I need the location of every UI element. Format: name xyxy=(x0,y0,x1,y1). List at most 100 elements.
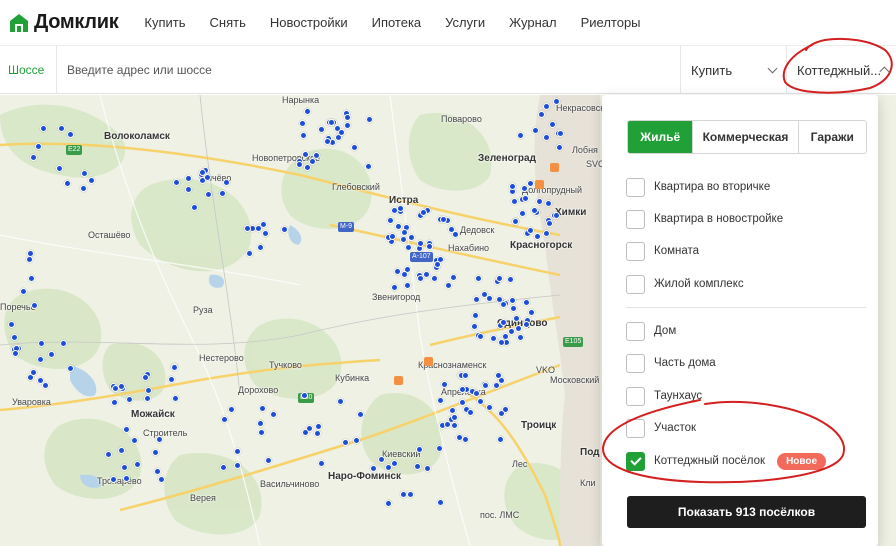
cottage-village-marker[interactable] xyxy=(220,464,227,471)
cottage-village-marker[interactable] xyxy=(35,143,42,150)
cottage-village-marker[interactable] xyxy=(301,392,308,399)
option-residential-complex[interactable]: Жилой комплекс xyxy=(626,273,744,295)
cottage-village-marker[interactable] xyxy=(168,376,175,383)
cottage-village-marker[interactable] xyxy=(451,422,458,429)
cottage-village-marker[interactable] xyxy=(30,369,37,376)
cottage-village-marker[interactable] xyxy=(400,236,407,243)
cottage-village-marker[interactable] xyxy=(144,395,151,402)
cottage-village-marker[interactable] xyxy=(56,165,63,172)
cottage-village-marker[interactable] xyxy=(467,409,474,416)
option-part-of-house[interactable]: Часть дома xyxy=(626,352,716,374)
cottage-village-marker[interactable] xyxy=(459,399,466,406)
cottage-village-marker[interactable] xyxy=(389,233,396,240)
cottage-village-marker[interactable] xyxy=(527,227,534,234)
cottage-village-marker[interactable] xyxy=(532,127,539,134)
cottage-village-marker[interactable] xyxy=(437,397,444,404)
cottage-village-marker[interactable] xyxy=(517,132,524,139)
cottage-village-marker[interactable] xyxy=(523,321,530,328)
cottage-village-marker[interactable] xyxy=(304,108,311,115)
cottage-village-marker[interactable] xyxy=(338,129,345,136)
option-cottage-village[interactable]: Коттеджный посёлок Новое xyxy=(626,450,827,472)
cottage-village-marker[interactable] xyxy=(481,291,488,298)
cottage-village-marker[interactable] xyxy=(81,170,88,177)
cottage-village-marker[interactable] xyxy=(490,335,497,342)
cottage-village-marker[interactable] xyxy=(543,230,550,237)
cottage-village-marker[interactable] xyxy=(523,299,530,306)
cottage-village-marker[interactable] xyxy=(219,190,226,197)
cottage-village-marker[interactable] xyxy=(462,372,469,379)
cottage-village-marker[interactable] xyxy=(156,436,163,443)
cottage-village-marker[interactable] xyxy=(543,103,550,110)
cottage-village-marker[interactable] xyxy=(515,325,522,332)
checkbox[interactable] xyxy=(626,241,645,261)
cottage-village-marker[interactable] xyxy=(507,276,514,283)
cottage-village-marker[interactable] xyxy=(496,275,503,282)
cottage-village-marker[interactable] xyxy=(191,204,198,211)
cottage-village-marker[interactable] xyxy=(204,174,211,181)
cottage-village-marker[interactable] xyxy=(154,468,161,475)
cottage-village-marker[interactable] xyxy=(262,230,269,237)
cottage-village-marker[interactable] xyxy=(88,177,95,184)
cottage-village-marker[interactable] xyxy=(553,98,560,105)
cottage-village-marker[interactable] xyxy=(423,271,430,278)
cottage-village-marker[interactable] xyxy=(357,411,364,418)
cottage-village-marker[interactable] xyxy=(64,180,71,187)
nav-item-new-buildings[interactable]: Новостройки xyxy=(270,15,348,30)
cottage-village-marker[interactable] xyxy=(477,333,484,340)
cottage-village-marker[interactable] xyxy=(486,404,493,411)
cottage-village-marker[interactable] xyxy=(318,126,325,133)
cottage-village-marker[interactable] xyxy=(459,386,466,393)
cottage-village-marker[interactable] xyxy=(11,334,18,341)
cottage-village-marker[interactable] xyxy=(401,229,408,236)
cottage-village-marker[interactable] xyxy=(512,218,519,225)
nav-item-buy[interactable]: Купить xyxy=(144,15,185,30)
cottage-village-marker[interactable] xyxy=(431,275,438,282)
show-results-button[interactable]: Показать 913 посёлков xyxy=(627,496,866,528)
checkbox[interactable] xyxy=(626,177,645,197)
cottage-village-marker[interactable] xyxy=(304,164,311,171)
cottage-village-marker[interactable] xyxy=(545,200,552,207)
cottage-village-marker[interactable] xyxy=(538,111,545,118)
cottage-village-marker[interactable] xyxy=(158,476,165,483)
nav-item-services[interactable]: Услуги xyxy=(445,15,485,30)
cottage-village-marker[interactable] xyxy=(477,398,484,405)
cottage-village-marker[interactable] xyxy=(414,463,421,470)
cottage-village-marker[interactable] xyxy=(300,132,307,139)
cottage-village-marker[interactable] xyxy=(549,121,556,128)
cottage-village-marker[interactable] xyxy=(450,274,457,281)
cottage-village-marker[interactable] xyxy=(145,387,152,394)
cottage-village-marker[interactable] xyxy=(258,429,265,436)
cottage-village-marker[interactable] xyxy=(344,122,351,129)
cottage-village-marker[interactable] xyxy=(67,365,74,372)
cottage-village-marker[interactable] xyxy=(257,244,264,251)
cottage-village-marker[interactable] xyxy=(462,436,469,443)
nav-item-rent[interactable]: Снять xyxy=(210,15,246,30)
cottage-village-marker[interactable] xyxy=(500,301,507,308)
cottage-village-marker[interactable] xyxy=(391,284,398,291)
nav-item-mortgage[interactable]: Ипотека xyxy=(372,15,422,30)
cottage-village-marker[interactable] xyxy=(37,356,44,363)
cottage-village-marker[interactable] xyxy=(199,169,206,176)
address-search-input[interactable] xyxy=(57,46,679,93)
property-type-select[interactable]: Коттеджный... xyxy=(786,46,896,94)
cottage-village-marker[interactable] xyxy=(152,449,159,456)
cottage-village-marker[interactable] xyxy=(123,475,130,482)
checkbox[interactable] xyxy=(626,274,645,294)
cottage-village-marker[interactable] xyxy=(473,296,480,303)
cottage-village-marker[interactable] xyxy=(401,271,408,278)
cottage-village-marker[interactable] xyxy=(265,457,272,464)
option-new-apartment[interactable]: Квартира в новостройке xyxy=(626,208,783,230)
cottage-village-marker[interactable] xyxy=(234,448,241,455)
cottage-village-marker[interactable] xyxy=(28,275,35,282)
cottage-village-marker[interactable] xyxy=(416,446,423,453)
cottage-village-marker[interactable] xyxy=(142,374,149,381)
cottage-village-marker[interactable] xyxy=(510,305,517,312)
deal-type-select[interactable]: Купить xyxy=(680,46,786,94)
cottage-village-marker[interactable] xyxy=(400,491,407,498)
cottage-village-marker[interactable] xyxy=(426,243,433,250)
cottage-village-marker[interactable] xyxy=(391,460,398,467)
checkbox[interactable] xyxy=(626,386,645,406)
cottage-village-marker[interactable] xyxy=(344,114,351,121)
cottage-village-marker[interactable] xyxy=(131,437,138,444)
cottage-village-marker[interactable] xyxy=(448,226,455,233)
